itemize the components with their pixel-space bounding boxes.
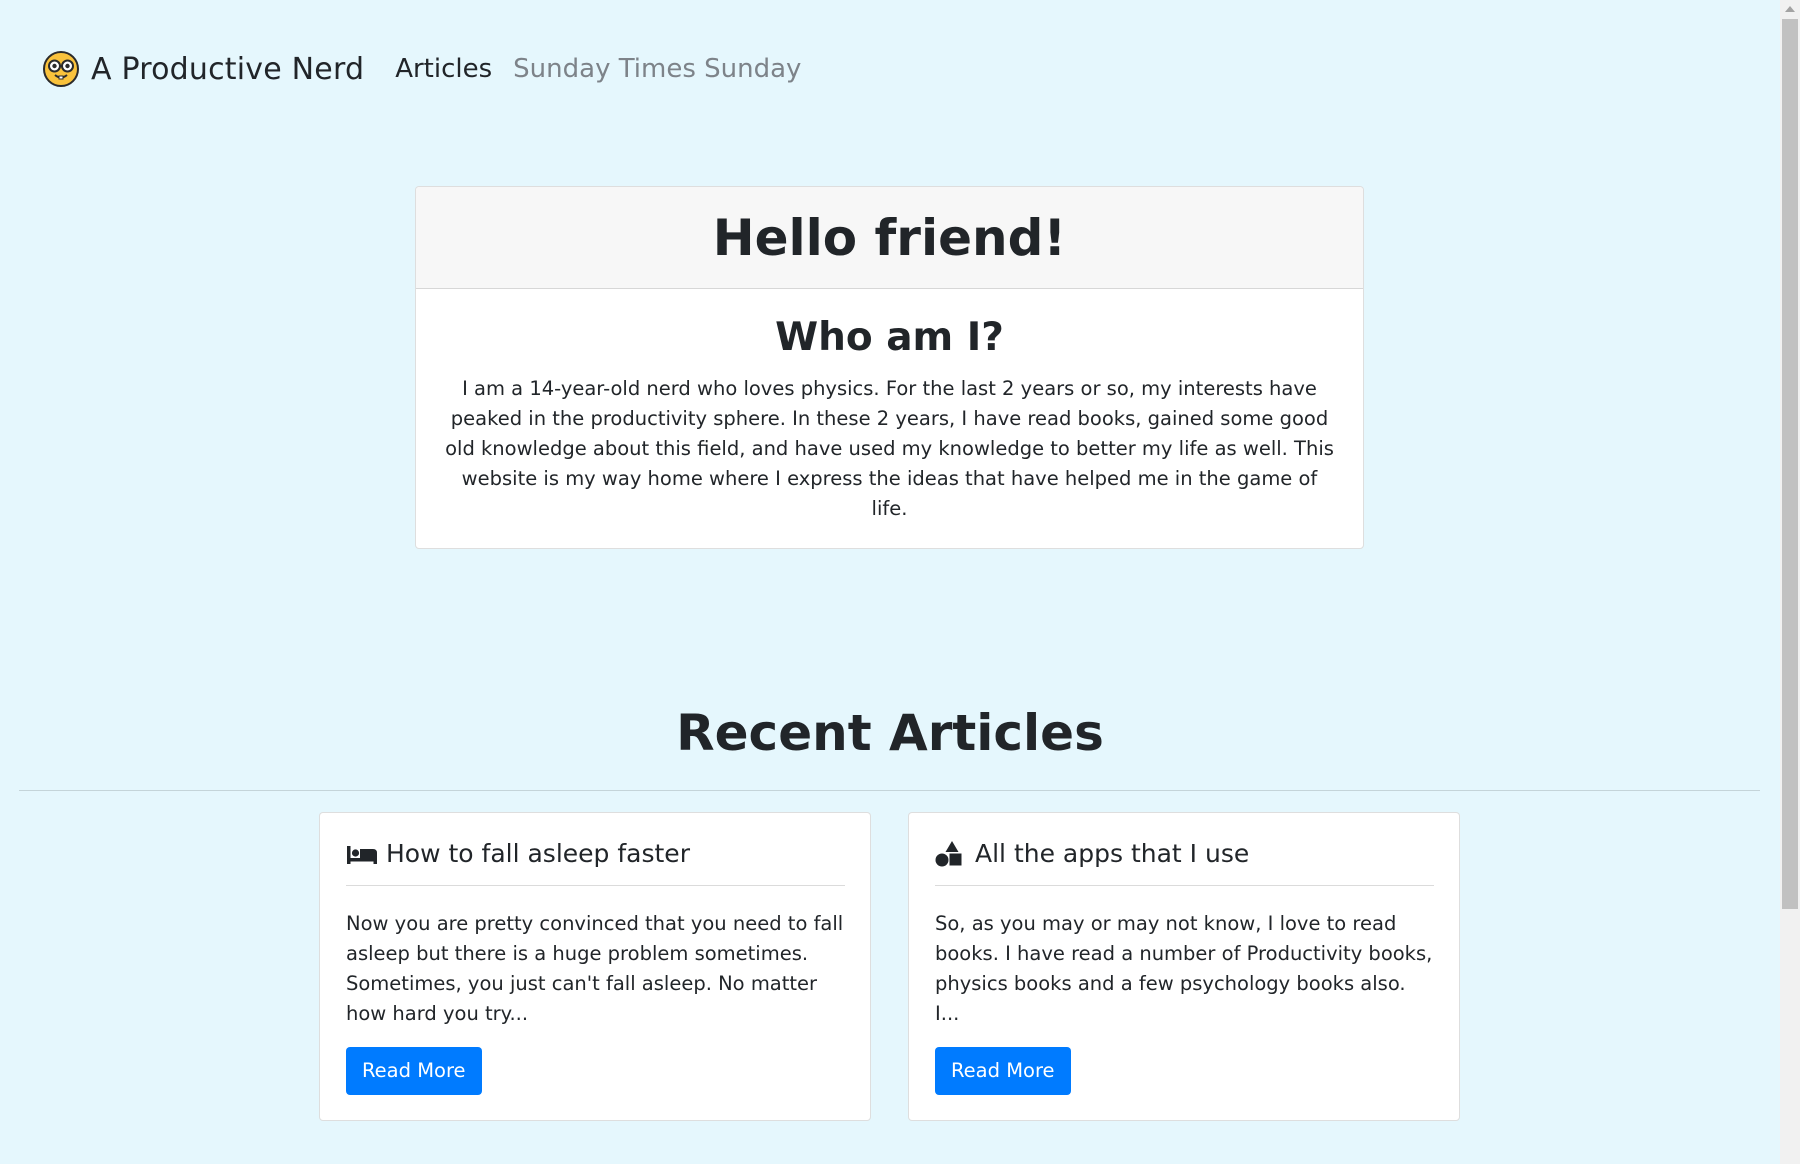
scroll-up-arrow-icon[interactable] [1785, 6, 1795, 12]
article-excerpt: So, as you may or may not know, I love t… [935, 912, 1433, 1025]
hero-description: I am a 14-year-old nerd who loves physic… [445, 377, 1334, 520]
bed-icon [346, 840, 378, 868]
shapes-icon [935, 840, 967, 868]
brand-link[interactable]: A Productive Nerd [43, 51, 364, 87]
article-card: How to fall asleep faster Now you are pr… [319, 812, 871, 1121]
article-card-header: All the apps that I use [935, 839, 1434, 886]
article-title[interactable]: All the apps that I use [975, 839, 1249, 868]
nav-link-sunday-times-sunday[interactable]: Sunday Times Sunday [513, 54, 801, 84]
intro-card-header: Hello friend! [416, 187, 1363, 289]
nerd-face-icon [43, 51, 79, 87]
section-divider [19, 790, 1760, 791]
nav-links: Articles Sunday Times Sunday [395, 54, 822, 84]
article-card-header: How to fall asleep faster [346, 839, 845, 886]
article-card: All the apps that I use So, as you may o… [908, 812, 1460, 1121]
recent-articles-title: Recent Articles [676, 704, 1104, 762]
brand-title: A Productive Nerd [91, 51, 365, 87]
hero-subtitle: Who am I? [775, 315, 1004, 360]
page: A Productive Nerd Articles Sunday Times … [0, 0, 1780, 1164]
navbar: A Productive Nerd Articles Sunday Times … [43, 44, 822, 94]
read-more-button[interactable]: Read More [346, 1047, 482, 1095]
read-more-button[interactable]: Read More [935, 1047, 1071, 1095]
article-title[interactable]: How to fall asleep faster [386, 839, 690, 868]
scrollbar-thumb[interactable] [1782, 19, 1798, 909]
nav-link-articles[interactable]: Articles [395, 54, 492, 84]
hero-title: Hello friend! [712, 208, 1067, 267]
vertical-scrollbar[interactable] [1780, 0, 1800, 1164]
intro-card: Hello friend! Who am I? I am a 14-year-o… [415, 186, 1364, 549]
intro-card-body: Who am I? I am a 14-year-old nerd who lo… [416, 289, 1363, 548]
article-excerpt: Now you are pretty convinced that you ne… [346, 912, 844, 1025]
